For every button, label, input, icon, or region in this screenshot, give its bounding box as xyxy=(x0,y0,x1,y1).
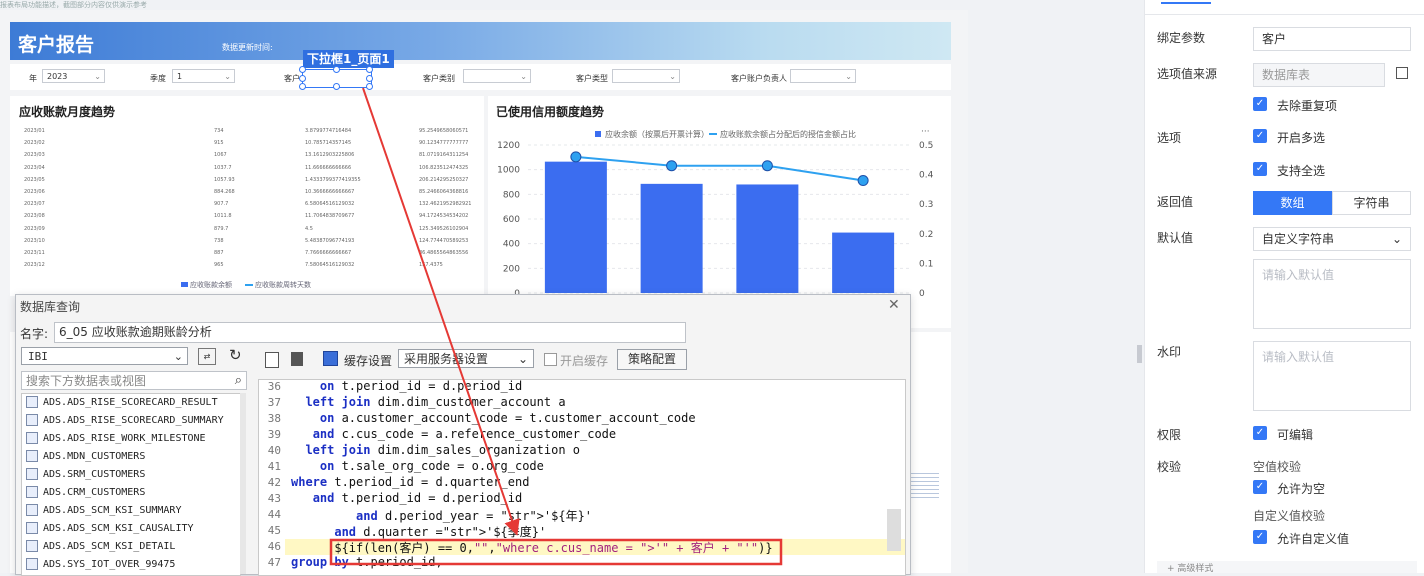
allow-null-label: 允许为空 xyxy=(1277,482,1326,496)
tab-properties[interactable] xyxy=(1161,0,1211,4)
default-value-textarea[interactable]: 请输入默认值 xyxy=(1253,259,1411,329)
validation-label: 校验 xyxy=(1157,460,1182,474)
source-label: 选项值来源 xyxy=(1157,67,1218,81)
return-label: 返回值 xyxy=(1157,195,1194,209)
default-label: 默认值 xyxy=(1157,231,1194,245)
options-label: 选项 xyxy=(1157,131,1182,145)
multi-select-checkbox[interactable]: ✓ xyxy=(1253,129,1267,143)
editable-checkbox[interactable]: ✓ xyxy=(1253,426,1267,440)
allow-custom-label: 允许自定义值 xyxy=(1277,532,1350,546)
default-type-value: 自定义字符串 xyxy=(1262,232,1335,246)
allow-custom-checkbox[interactable]: ✓ xyxy=(1253,530,1267,544)
dedupe-label: 去除重复项 xyxy=(1277,99,1338,113)
annotation-arrow xyxy=(362,87,520,536)
splitter-handle[interactable] xyxy=(1137,345,1142,363)
select-all-label: 支持全选 xyxy=(1277,164,1326,178)
default-type-select[interactable]: 自定义字符串 ⌄ xyxy=(1253,227,1411,251)
editable-label: 可编辑 xyxy=(1277,428,1314,442)
custom-check-label: 自定义值校验 xyxy=(1253,509,1326,523)
tab-events[interactable] xyxy=(1242,0,1282,2)
tab-style[interactable] xyxy=(1300,0,1340,2)
allow-null-checkbox[interactable]: ✓ xyxy=(1253,480,1267,494)
advanced-style-section[interactable]: + 高级样式 xyxy=(1157,561,1417,573)
copy-icon[interactable] xyxy=(1396,67,1408,79)
bind-param-input[interactable]: 客户 xyxy=(1253,27,1411,51)
multi-select-label: 开启多选 xyxy=(1277,131,1326,145)
bind-param-label: 绑定参数 xyxy=(1157,31,1206,45)
annotation-overlay xyxy=(329,87,783,566)
source-input[interactable]: 数据库表 xyxy=(1253,63,1385,87)
null-check-label: 空值校验 xyxy=(1253,460,1302,474)
return-string-button[interactable]: 字符串 xyxy=(1332,191,1411,215)
chevron-down-icon: ⌄ xyxy=(1391,232,1402,246)
watermark-textarea[interactable]: 请输入默认值 xyxy=(1253,341,1411,411)
select-all-checkbox[interactable]: ✓ xyxy=(1253,162,1267,176)
tab-component[interactable] xyxy=(1360,0,1400,2)
permission-label: 权限 xyxy=(1157,428,1182,442)
return-array-button[interactable]: 数组 xyxy=(1253,191,1332,215)
watermark-label: 水印 xyxy=(1157,345,1182,359)
highlight-box xyxy=(329,538,783,566)
dedupe-checkbox[interactable]: ✓ xyxy=(1253,97,1267,111)
